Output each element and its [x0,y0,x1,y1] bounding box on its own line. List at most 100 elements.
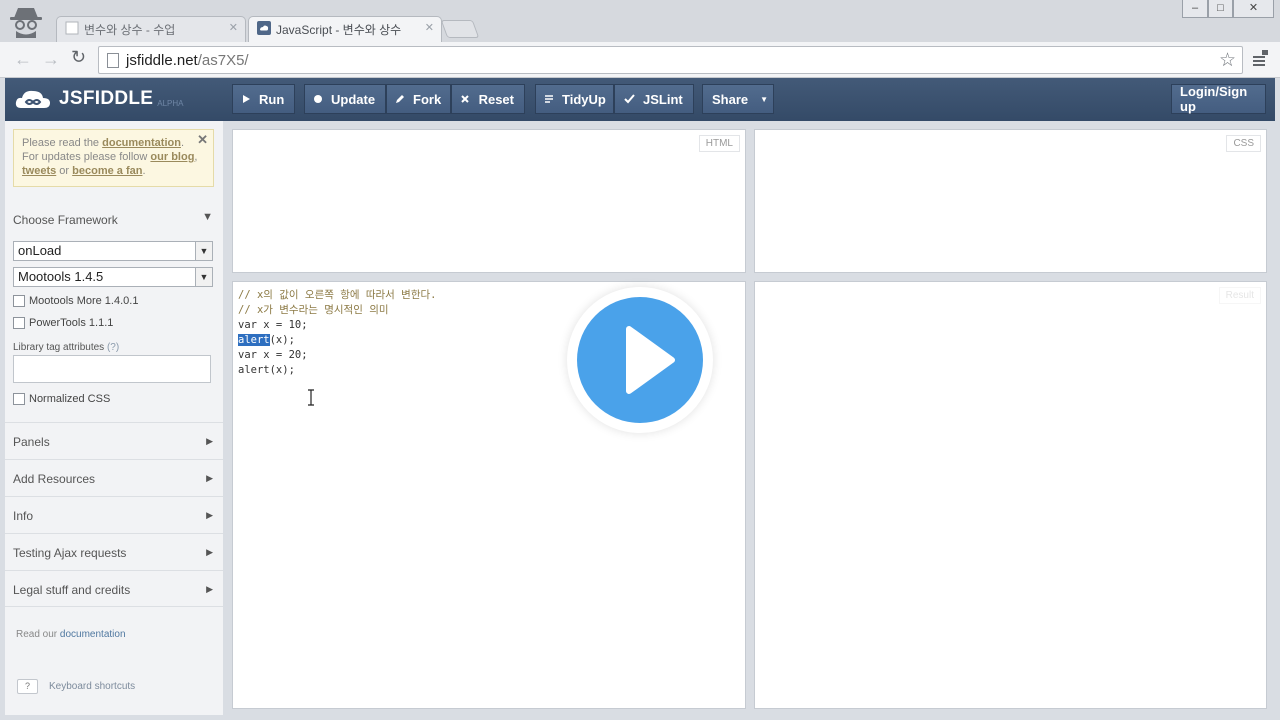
powertools-checkbox[interactable]: PowerTools 1.1.1 [13,317,113,329]
jslint-label: JSLint [643,91,683,107]
triangle-right-icon: ▶ [206,547,213,557]
choose-framework-header[interactable]: Choose Framework ▼ [5,201,223,238]
address-bar[interactable]: jsfiddle.net/as7X5/ ☆ [98,46,1243,74]
panels-section[interactable]: Panels ▶ [5,422,223,459]
login-label: Login/Sign up [1180,84,1248,114]
share-button[interactable]: Share ▼ [702,84,774,114]
help-link[interactable]: (?) [107,342,119,353]
tab-close-icon[interactable]: ✕ [229,21,238,34]
tidyup-label: TidyUp [562,91,606,107]
blog-link[interactable]: our blog [150,151,194,163]
cloud-icon [257,21,271,35]
info-section[interactable]: Info ▶ [5,496,223,533]
section-label: Panels [13,435,50,449]
page-icon [107,53,119,68]
framework-select[interactable]: Mootools 1.4.5 ▼ [13,267,213,287]
tab-lesson[interactable]: 변수와 상수 - 수업 ✕ [56,16,246,42]
tab-jsfiddle[interactable]: JavaScript - 변수와 상수 ✕ [248,16,442,42]
url-host: jsfiddle.net [126,52,198,69]
documentation-link[interactable]: documentation [102,137,181,149]
read-documentation: Read our documentation [16,629,126,640]
triangle-right-icon: ▶ [206,436,213,446]
tab-title: JavaScript - 변수와 상수 [276,23,402,37]
mootools-more-checkbox[interactable]: Mootools More 1.4.0.1 [13,295,138,307]
section-label: Info [13,509,34,523]
checkbox-box[interactable] [13,317,25,329]
url-text[interactable]: jsfiddle.net/as7X5/ [126,52,249,69]
chrome-menu-icon[interactable] [1252,50,1268,70]
code-line: var x = 10; [238,319,308,331]
notice-box: ✕ Please read the documentation. For upd… [13,129,214,187]
close-notice-icon[interactable]: ✕ [197,133,208,147]
code-line: var x = 20; [238,349,308,361]
bookmark-star-icon[interactable]: ☆ [1219,49,1236,72]
reload-icon[interactable]: ↻ [71,47,86,68]
reset-label: Reset [478,91,514,107]
tab-close-icon[interactable]: ✕ [425,21,434,34]
dropdown-arrow-icon: ▼ [760,94,769,104]
triangle-right-icon: ▶ [206,473,213,483]
reset-button[interactable]: Reset [451,84,525,114]
triangle-right-icon: ▶ [206,584,213,594]
keyboard-shortcuts[interactable]: ? Keyboard shortcuts [17,679,135,694]
library-tag-input[interactable] [13,355,211,383]
tidyup-button[interactable]: TidyUp [535,84,614,114]
jslint-button[interactable]: JSLint [614,84,694,114]
add-resources-section[interactable]: Add Resources ▶ [5,459,223,496]
checkbox-box[interactable] [13,295,25,307]
jsfiddle-logo[interactable]: JSFIDDLE ALPHA [15,87,183,111]
forward-arrow-icon[interactable]: → [42,49,60,70]
load-type-select[interactable]: onLoad ▼ [13,241,213,261]
result-panel[interactable]: Result [754,281,1267,709]
testing-ajax-section[interactable]: Testing Ajax requests ▶ [5,533,223,570]
normalized-css-checkbox[interactable]: Normalized CSS [13,393,110,405]
html-panel[interactable]: HTML [232,129,746,273]
close-window-button[interactable]: ✕ [1233,0,1274,18]
become-fan-link[interactable]: become a fan [72,165,142,177]
question-key-icon: ? [17,679,38,694]
new-tab-button[interactable] [440,20,480,38]
fork-button[interactable]: Fork [386,84,451,114]
code-line: alert(x); [238,364,295,376]
login-signup-button[interactable]: Login/Sign up [1171,84,1266,114]
run-button[interactable]: Run [232,84,295,114]
css-panel-label: CSS [1226,135,1261,152]
css-panel[interactable]: CSS [754,129,1267,273]
load-type-value: onLoad [18,243,62,258]
library-tag-label: Library tag attributes (?) [13,342,119,353]
section-label: Add Resources [13,472,96,486]
sidebar: ✕ Please read the documentation. For upd… [5,121,223,715]
cloud-logo-icon [15,90,50,108]
triangle-right-icon: ▶ [206,510,213,520]
result-panel-label: Result [1218,287,1261,304]
logo-text: JSFIDDLE [59,88,154,109]
notice-text: , [194,151,198,163]
framework-value: Mootools 1.4.5 [18,269,104,284]
html-panel-label: HTML [698,135,740,152]
notice-text: or [56,165,73,177]
tweets-link[interactable]: tweets [22,165,56,177]
section-label: Legal stuff and credits [13,583,131,597]
legal-section[interactable]: Legal stuff and credits ▶ [5,570,223,607]
code-editor[interactable]: // x의 값이 오른쪽 항에 따라서 변한다. // x가 변수라는 명시적인… [238,288,436,378]
read-doc-link[interactable]: documentation [60,629,126,640]
triangle-down-icon: ▼ [202,211,213,223]
record-icon [313,93,323,105]
share-label: Share [712,91,749,107]
tab-title: 변수와 상수 - 수업 [84,23,176,37]
keyboard-shortcuts-label: Keyboard shortcuts [49,681,136,692]
video-play-button[interactable] [567,287,713,433]
update-button[interactable]: Update [304,84,386,114]
cross-icon [460,93,471,105]
maximize-button[interactable]: □ [1208,0,1233,18]
minimize-button[interactable]: – [1182,0,1208,18]
incognito-icon [10,8,42,38]
checkbox-box[interactable] [13,393,25,405]
text-cursor-icon [308,389,314,406]
url-path: /as7X5/ [197,52,249,69]
chevron-down-icon: ▼ [195,242,212,260]
back-arrow-icon[interactable]: ← [14,49,32,70]
play-icon [241,93,251,105]
normalized-css-label: Normalized CSS [29,393,111,405]
notice-text: For updates please follow [22,151,151,163]
